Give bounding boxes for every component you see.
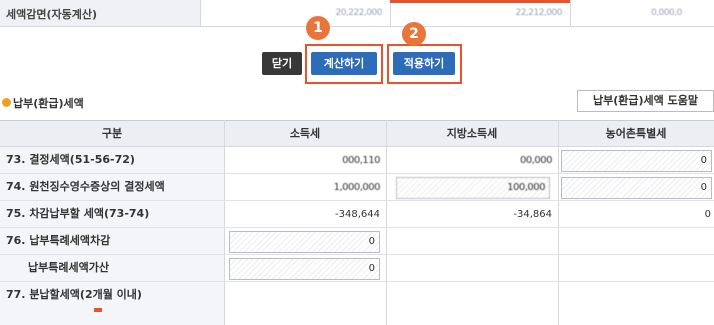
section-bullet-icon: [2, 98, 11, 107]
step-badge-2: 2: [402, 22, 426, 46]
row-75-income-tax: -348,644: [335, 209, 380, 220]
row-73-local-tax: 00,000: [520, 155, 553, 166]
row-label-73: 73. 결정세액(51-56-72): [0, 147, 224, 173]
row-76-income-tax-input[interactable]: 0: [229, 231, 380, 253]
col-divider: [386, 120, 387, 325]
row-label-74: 74. 원천징수영수증상의 결정세액: [0, 174, 224, 200]
red-marker: [94, 308, 102, 312]
header-income-tax: 소득세: [224, 120, 386, 147]
apply-button[interactable]: 적용하기: [393, 52, 455, 75]
tax-reduction-label: 세액감면(자동계산): [0, 0, 200, 27]
row-label-75: 75. 차감납부할 세액(73-74): [0, 201, 224, 227]
help-button[interactable]: 납부(환급)세액 도움말: [577, 90, 714, 112]
tax-reduction-income-value: 20,222,000: [335, 8, 382, 18]
col-divider: [224, 120, 225, 325]
row-special-addition-income-tax-input[interactable]: 0: [229, 258, 380, 280]
row-label-76: 76. 납부특례세액차감: [0, 228, 224, 254]
row-75-local-tax: -34,864: [513, 209, 552, 220]
header-rural-special-tax: 농어촌특별세: [558, 120, 714, 147]
tax-reduction-rural-cell: 0,000,0: [570, 0, 714, 27]
col-divider: [558, 120, 559, 325]
row-74-rural-tax-input[interactable]: 0: [561, 177, 712, 199]
row-73-income-tax: 000,110: [342, 155, 380, 166]
row-74-local-tax-input[interactable]: 100,000: [396, 177, 550, 199]
row-75-rural-tax: 0: [704, 209, 711, 220]
tax-reduction-local-value: 22,212,000: [515, 8, 562, 18]
row-label-special-addition: 납부특례세액가산: [0, 255, 224, 281]
tax-table: 구분 소득세 지방소득세 농어촌특별세 73. 결정세액(51-56-72) 0…: [0, 120, 714, 325]
tax-reduction-rural-value: 0,000,0: [651, 8, 682, 18]
close-button[interactable]: 닫기: [262, 52, 302, 75]
row-73-rural-tax-input[interactable]: 0: [561, 150, 712, 172]
header-category: 구분: [0, 120, 224, 147]
row-label-77: 77. 분납할세액(2개월 이내): [0, 282, 224, 308]
tax-reduction-income-cell: 20,222,000: [200, 0, 390, 27]
row-74-income-tax: 1,000,000: [333, 182, 381, 193]
step-badge-1: 1: [306, 16, 330, 40]
section-title: 납부(환급)세액: [13, 97, 84, 110]
calculate-button[interactable]: 계산하기: [311, 52, 377, 75]
header-local-income-tax: 지방소득세: [386, 120, 558, 147]
highlight-top-edge: [390, 0, 570, 3]
